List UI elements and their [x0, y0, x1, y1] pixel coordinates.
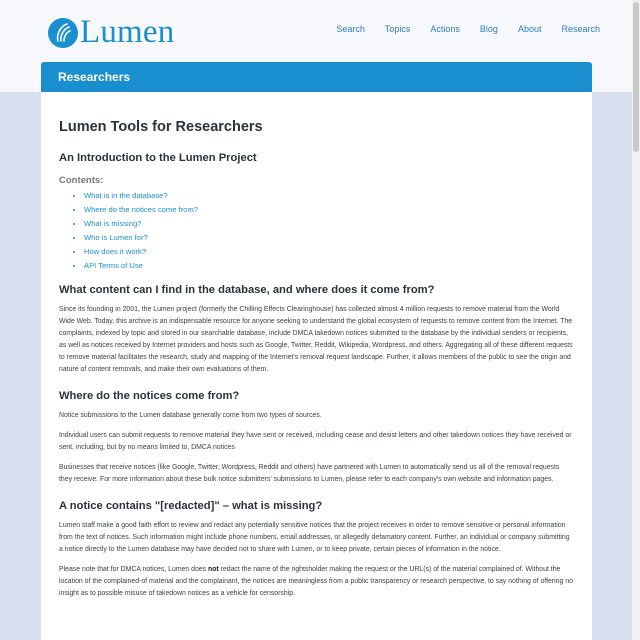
page-scrollbar[interactable] [632, 0, 640, 640]
toc-link-sources[interactable]: Where do the notices come from? [84, 205, 198, 214]
nav-research[interactable]: Research [561, 24, 600, 34]
section-heading-sources: Where do the notices come from? [59, 390, 240, 403]
main-nav: Search Topics Actions Blog About Researc… [316, 24, 600, 34]
section-heading-content: What content can I find in the database,… [59, 284, 435, 297]
toc-item: Who is Lumen for? [84, 233, 574, 242]
section-paragraph: Lumen staff make a good faith effort to … [59, 522, 570, 554]
toc-link-how[interactable]: How does it work? [84, 247, 146, 256]
lumen-logo[interactable]: Lumen [48, 14, 174, 51]
toc-item: Where do the notices come from? [84, 205, 574, 214]
lumen-logo-icon [48, 17, 78, 48]
toc-item: What is in the database? [84, 191, 574, 200]
toc-link-database[interactable]: What is in the database? [84, 191, 168, 200]
section-paragraph: Individual users can submit requests to … [59, 432, 572, 452]
banner-title: Researchers [58, 70, 131, 84]
scrollbar-thumb[interactable] [633, 2, 639, 152]
section-paragraph: Notice submissions to the Lumen database… [59, 412, 322, 420]
nav-blog[interactable]: Blog [480, 24, 498, 34]
section-paragraph: Since its founding in 2001, the Lumen pr… [59, 306, 573, 374]
dmca-note-start: Please note that for DMCA notices, Lumen… [59, 566, 208, 574]
page-banner: Researchers [41, 62, 592, 92]
dmca-note-paragraph: Please note that for DMCA notices, Lumen… [59, 564, 574, 600]
toc-item: How does it work? [84, 247, 574, 256]
nav-topics[interactable]: Topics [385, 24, 411, 34]
section-heading-redacted: A notice contains "[redacted]" – what is… [59, 500, 323, 513]
nav-about[interactable]: About [518, 24, 542, 34]
lumen-logo-text: Lumen [80, 14, 175, 50]
toc-item: What is missing? [84, 219, 574, 228]
section-paragraph: Businesses that receive notices (like Go… [59, 464, 560, 484]
contents-label: Contents: [59, 175, 104, 186]
toc-link-missing[interactable]: What is missing? [84, 219, 141, 228]
page-title: Lumen Tools for Researchers [59, 119, 263, 135]
nav-actions[interactable]: Actions [430, 24, 460, 34]
toc-link-audience[interactable]: Who is Lumen for? [84, 233, 148, 242]
toc-item: API Terms of Use [84, 261, 574, 270]
main-content: Lumen Tools for Researchers An Introduct… [41, 92, 592, 640]
table-of-contents: What is in the database? Where do the no… [59, 191, 574, 270]
dmca-note-emphasis: not [208, 566, 219, 574]
toc-link-api-terms[interactable]: API Terms of Use [84, 261, 143, 270]
nav-search[interactable]: Search [336, 24, 365, 34]
intro-heading: An Introduction to the Lumen Project [59, 152, 257, 164]
